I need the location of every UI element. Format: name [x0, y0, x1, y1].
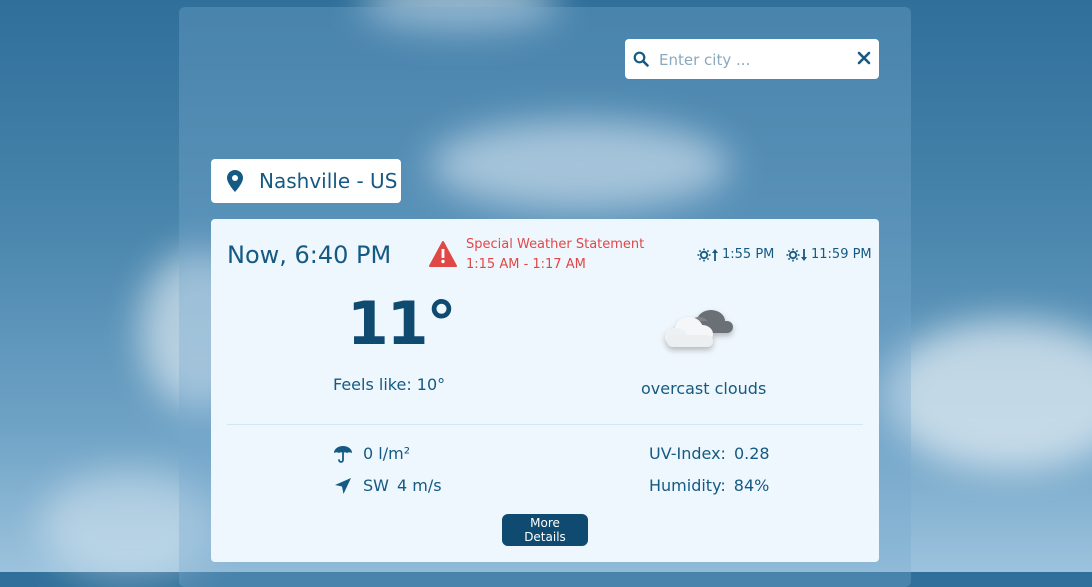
- umbrella-icon: [334, 445, 352, 463]
- humidity-label: Humidity:: [649, 476, 726, 495]
- sunrise-info: 1:55 PM: [697, 247, 774, 262]
- current-time-label: Now, 6:40 PM: [227, 241, 392, 269]
- warning-icon[interactable]: [429, 241, 457, 267]
- sunset-time: 11:59 PM: [811, 247, 872, 262]
- section-divider: [227, 424, 863, 425]
- city-search-box: [625, 39, 879, 79]
- location-label: Nashville - US: [259, 169, 398, 193]
- wind-row: SW 4 m/s: [333, 476, 442, 495]
- sunset-icon: [786, 248, 807, 261]
- more-details-button[interactable]: More Details: [502, 514, 588, 546]
- wind-direction: SW: [363, 476, 389, 495]
- humidity-value: 84%: [733, 476, 770, 495]
- alert-title[interactable]: Special Weather Statement: [466, 237, 644, 252]
- uv-index-value: 0.28: [733, 444, 770, 463]
- current-weather-card: Now, 6:40 PM Special Weather Statement 1…: [211, 219, 879, 562]
- search-icon: [633, 51, 649, 67]
- overcast-clouds-icon: [665, 310, 733, 347]
- precipitation-row: 0 l/m²: [333, 444, 410, 463]
- uv-index-label: UV-Index:: [649, 444, 726, 463]
- feels-like-label: Feels like: 10°: [333, 375, 446, 394]
- map-pin-icon: [227, 170, 243, 192]
- alert-time-range: 1:15 AM - 1:17 AM: [466, 257, 586, 272]
- weather-description: overcast clouds: [641, 379, 767, 398]
- temperature-value: 11°: [347, 289, 456, 359]
- humidity-row: Humidity: 84%: [649, 476, 769, 495]
- sunset-info: 11:59 PM: [786, 247, 872, 262]
- location-badge: Nashville - US: [211, 159, 401, 203]
- sunrise-time: 1:55 PM: [722, 247, 775, 262]
- background-cloud: [880, 320, 1092, 470]
- wind-speed: 4 m/s: [396, 476, 442, 495]
- uv-index-row: UV-Index: 0.28: [649, 444, 770, 463]
- city-search-input[interactable]: [657, 47, 851, 73]
- location-arrow-icon: [335, 477, 351, 494]
- clear-search-icon[interactable]: [857, 51, 871, 65]
- precipitation-value: 0 l/m²: [363, 444, 411, 463]
- sunrise-icon: [697, 248, 718, 261]
